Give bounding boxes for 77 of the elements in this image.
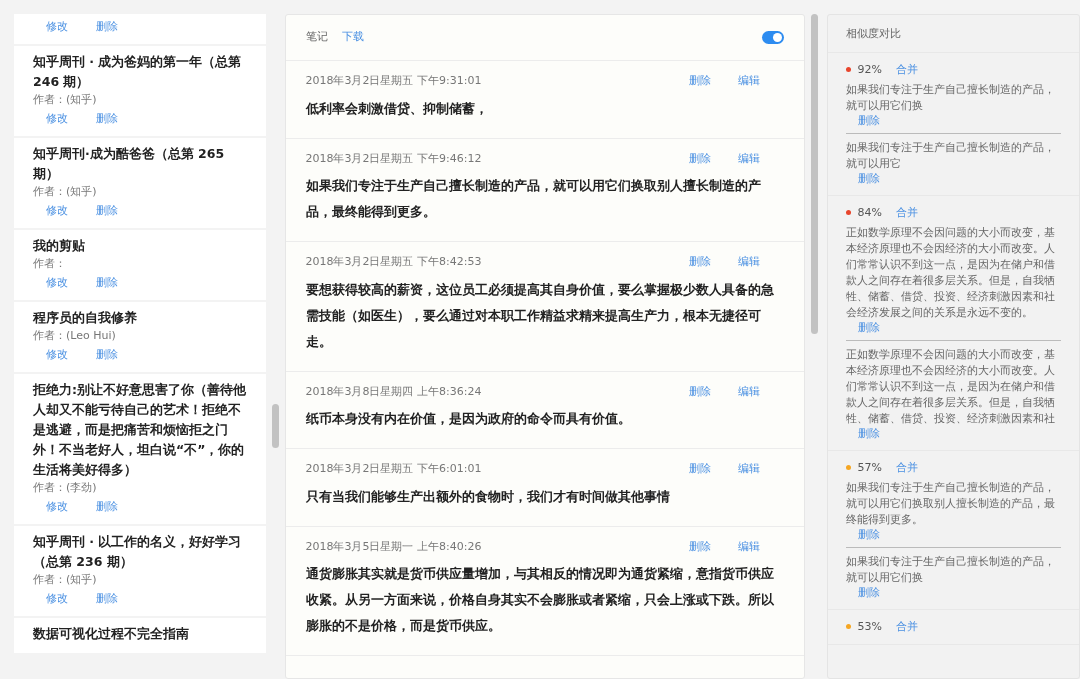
- edit-link[interactable]: 编辑: [737, 383, 760, 400]
- note-text: 纸币本身没有内在价值，是因为政府的命令而具有价值。: [305, 410, 632, 428]
- similar-text: 正如数学原理不会因问题的大小而改变，基本经济原理也不会因经济的大小而改变。人们常常认识不到这一点，是因为在储户和借款人之间存在着很多层关系。但是，自我牺牲、储蓄、借贷、投资、经济刺激因素和社: [846, 346, 1057, 426]
- article-author: 作者：(知乎): [33, 572, 98, 588]
- toggle-switch[interactable]: [761, 31, 784, 44]
- delete-link[interactable]: 删除: [858, 320, 881, 335]
- note-timestamp: 2018年3月2日星期五 下午6:01:01: [305, 461, 482, 477]
- edit-link[interactable]: 编辑: [737, 461, 760, 478]
- article-title: 知乎周刊 · 成为爸妈的第一年（总第 246 期）: [33, 53, 243, 91]
- delete-link[interactable]: 删除: [96, 499, 118, 515]
- delete-link[interactable]: 删除: [858, 426, 881, 441]
- edit-link[interactable]: 编辑: [737, 538, 760, 555]
- delete-link[interactable]: 删除: [96, 111, 118, 127]
- merge-link[interactable]: 合并: [895, 204, 918, 221]
- note-timestamp: 2018年3月2日星期五 下午9:46:12: [305, 150, 482, 167]
- article-author: 作者：: [33, 256, 67, 272]
- delete-link[interactable]: 删除: [858, 171, 881, 186]
- article-title: 拒绝力:别让不好意思害了你（善待他人却又不能亏待自己的艺术！拒绝不是逃避，而是把痛苦和烦恼拒之门外！不当老好人，坦白说“不”，你的生活将美好得多）: [33, 381, 247, 479]
- similar-text: 如果我们专注于生产自己擅长制造的产品，就可以用它们换取别人擅长制造的产品，最终能得到更多。: [846, 479, 1057, 527]
- delete-link[interactable]: 删除: [858, 527, 881, 542]
- edit-link[interactable]: 修改: [46, 347, 68, 363]
- note-timestamp: 2018年3月2日星期五 下午8:42:53: [305, 254, 482, 270]
- note-text: 低利率会刺激借贷、抑制储蓄，: [305, 99, 489, 118]
- note-text: 如果我们专注于生产自己擅长制造的产品，就可以用它们换取别人擅长制造的产品，最终能得到更多。: [305, 177, 762, 221]
- tab[interactable]: 下载: [341, 29, 364, 46]
- similarity-percent: 57%: [857, 460, 882, 476]
- edit-link[interactable]: 修改: [46, 111, 68, 127]
- delete-link[interactable]: 删除: [688, 538, 711, 555]
- edit-link[interactable]: 编辑: [737, 73, 760, 90]
- scrollbar-thumb[interactable]: [810, 14, 818, 334]
- delete-link[interactable]: 删除: [688, 150, 711, 167]
- delete-link[interactable]: 删除: [96, 347, 118, 363]
- delete-link[interactable]: 删除: [96, 203, 118, 219]
- similar-text: 如果我们专注于生产自己擅长制造的产品，就可以用它: [846, 139, 1057, 171]
- similarity-percent: 53%: [857, 619, 882, 635]
- article-title: 知乎周刊·成为酷爸爸（总第 265 期）: [33, 145, 226, 183]
- edit-link[interactable]: 修改: [46, 499, 68, 515]
- delete-link[interactable]: 删除: [858, 113, 881, 128]
- panel-title: 相似度对比: [828, 15, 1079, 53]
- note-timestamp: 2018年3月2日星期五 下午9:31:01: [305, 73, 482, 89]
- delete-link[interactable]: 删除: [96, 19, 118, 35]
- merge-link[interactable]: 合并: [895, 459, 918, 476]
- note-text: 通货膨胀其实就是货币供应量增加，与其相反的情况即为通货紧缩，意指货币供应收紧。从另一方面来说，价格自身其实不会膨胀或者紧缩，只会上涨或下跌。所以膨胀的不是价格，而是货币供应。: [305, 565, 775, 635]
- edit-link[interactable]: 修改: [46, 591, 68, 607]
- edit-link[interactable]: 编辑: [737, 150, 760, 167]
- delete-link[interactable]: 删除: [96, 275, 118, 291]
- note-timestamp: 2018年3月5日星期一 上午8:40:26: [305, 538, 482, 555]
- article-author: 作者：(李劲): [33, 480, 98, 496]
- article-author: 作者：(知乎): [33, 92, 98, 108]
- delete-link[interactable]: 删除: [96, 591, 118, 607]
- delete-link[interactable]: 删除: [858, 585, 881, 600]
- article-title: 知乎周刊 · 以工作的名义，好好学习（总第 236 期）: [33, 533, 243, 571]
- similar-text: 正如数学原理不会因问题的大小而改变，基本经济原理也不会因经济的大小而改变。人们常常认识不到这一点，是因为在储户和借款人之间存在着很多层关系。但是，自我牺牲、储蓄、借贷、投资、经济刺激因素和社会经济发展之间的关系是永远不变的。: [846, 224, 1057, 320]
- delete-link[interactable]: 删除: [688, 254, 711, 271]
- article-title: 程序员的自我修养: [33, 309, 138, 327]
- scrollbar-thumb[interactable]: [271, 404, 279, 448]
- edit-link[interactable]: 修改: [46, 275, 68, 291]
- delete-link[interactable]: 删除: [688, 461, 711, 478]
- tab[interactable]: 笔记: [305, 29, 328, 46]
- similarity-percent: 92%: [857, 62, 882, 78]
- delete-link[interactable]: 删除: [688, 73, 711, 90]
- note-text: 只有当我们能够生产出额外的食物时，我们才有时间做其他事情: [305, 487, 671, 506]
- edit-link[interactable]: 修改: [46, 19, 68, 35]
- note-timestamp: 2018年3月8日星期四 上午8:36:24: [305, 383, 482, 400]
- article-author: 作者：(Leo Hui): [33, 328, 117, 344]
- edit-link[interactable]: 编辑: [737, 254, 760, 271]
- article-author: 作者：(知乎): [33, 184, 98, 200]
- note-text: 要想获得较高的薪资，这位员工必须提高其自身价值，要么掌握极少数人具备的急需技能（如医生），要么通过对本职工作精益求精来提高生产力，根本无捷径可走。: [305, 280, 775, 351]
- article-title: 数据可视化过程不完全指南: [33, 625, 190, 643]
- similarity-percent: 84%: [857, 205, 882, 221]
- similar-text: 如果我们专注于生产自己擅长制造的产品，就可以用它们换: [846, 553, 1057, 585]
- merge-link[interactable]: 合并: [895, 61, 918, 78]
- delete-link[interactable]: 删除: [688, 383, 711, 400]
- edit-link[interactable]: 修改: [46, 203, 68, 219]
- article-title: 我的剪贴: [33, 237, 86, 255]
- similar-text: 如果我们专注于生产自己擅长制造的产品，就可以用它们换: [846, 81, 1057, 113]
- merge-link[interactable]: 合并: [895, 618, 918, 635]
